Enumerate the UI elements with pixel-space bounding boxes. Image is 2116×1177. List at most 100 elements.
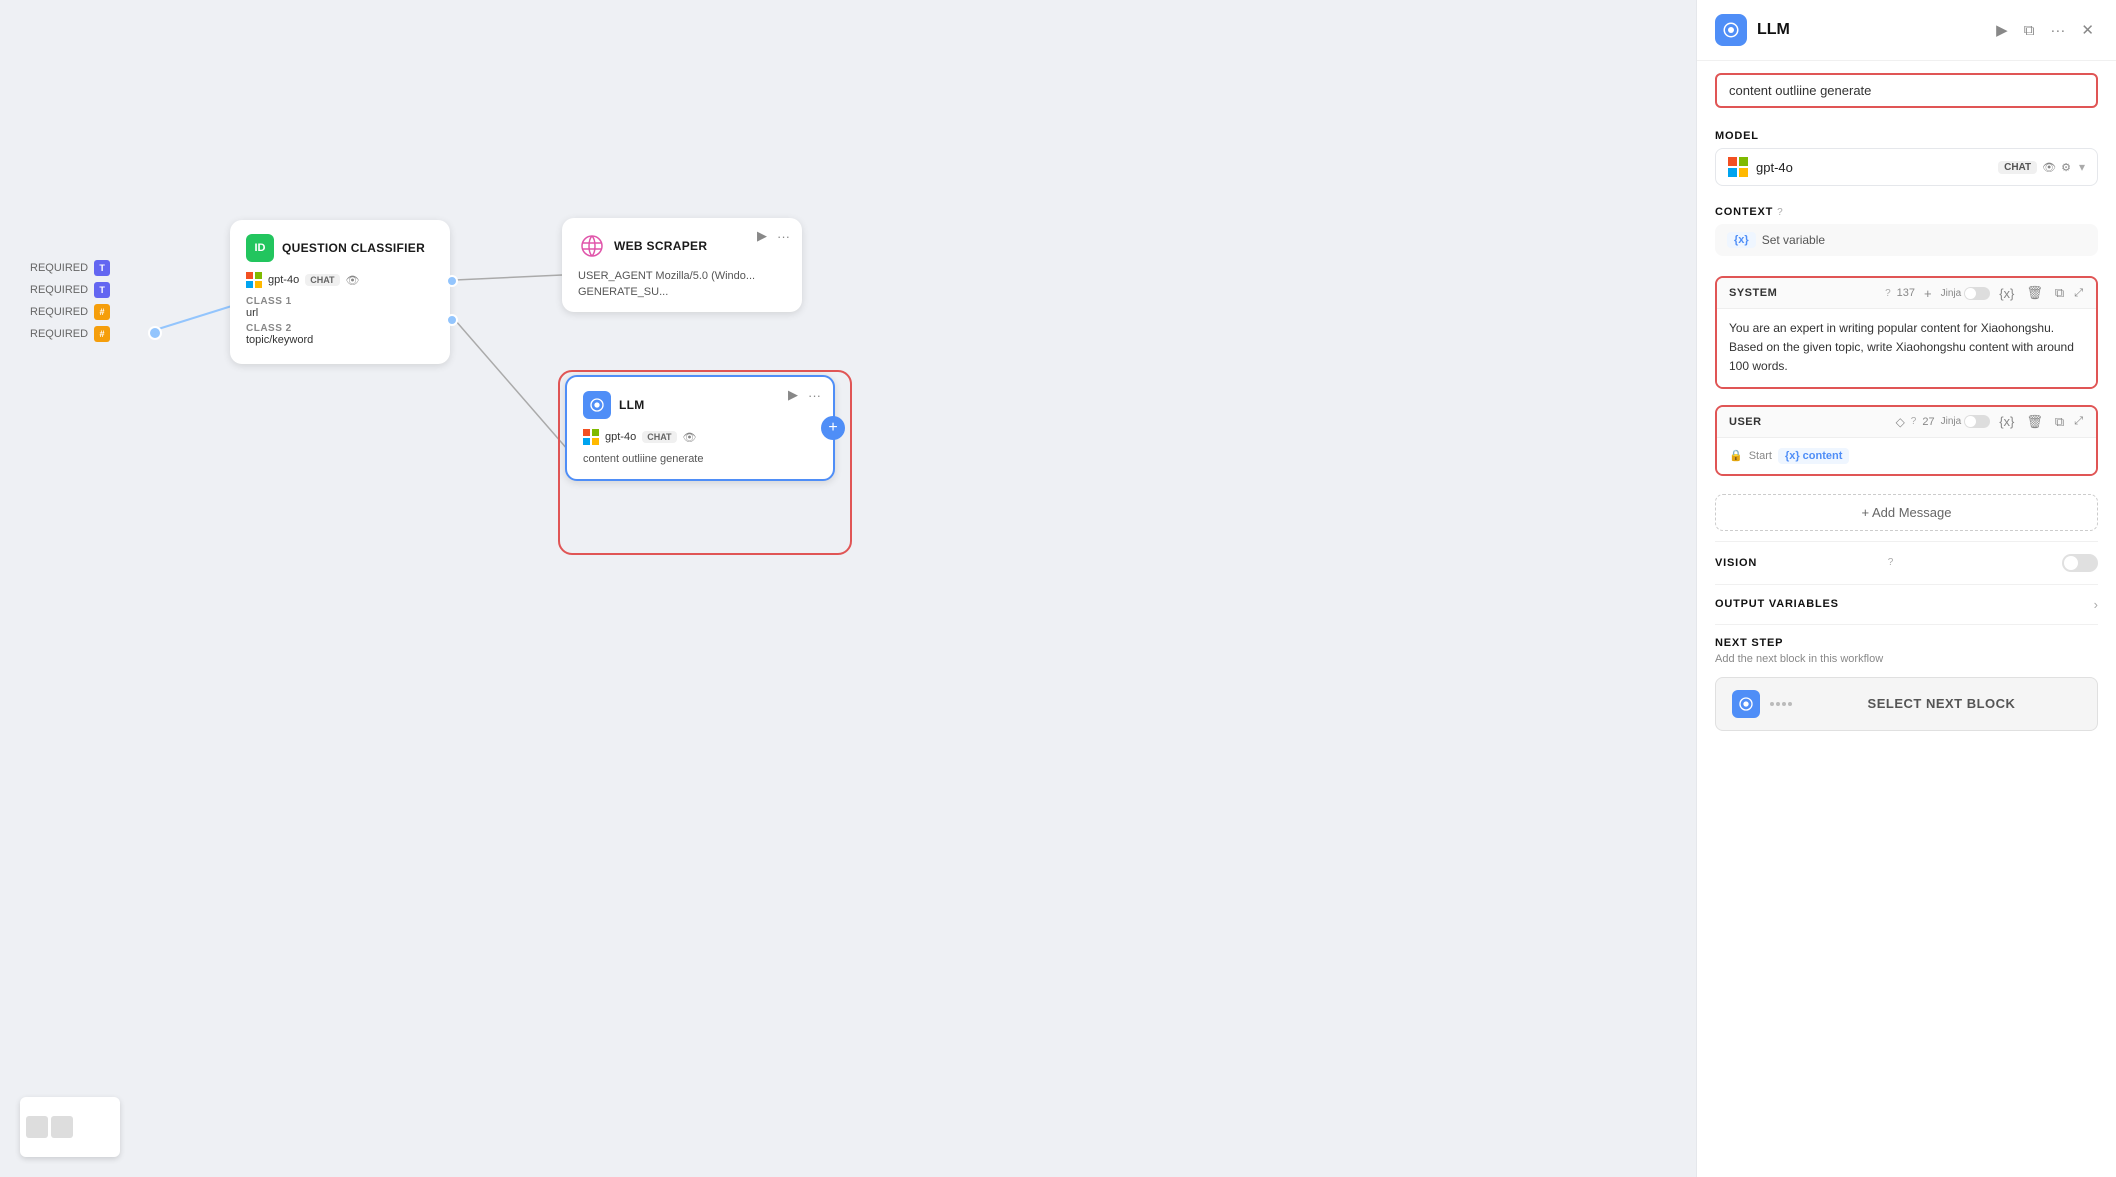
user-var-btn[interactable]: {x} — [1996, 413, 2017, 430]
ctx-var-badge: {x} — [1727, 232, 1756, 248]
snb-llm-icon — [1732, 690, 1760, 718]
user-char-count: 27 — [1922, 416, 1934, 428]
llm-play-btn[interactable]: ▶ — [786, 385, 800, 405]
input-label-1: REQUIRED — [30, 262, 88, 274]
mini-block-1 — [26, 1116, 48, 1138]
ws-play-btn[interactable]: ▶ — [755, 226, 769, 246]
system-add-btn[interactable]: + — [1921, 285, 1935, 302]
lock-icon: 🔒 — [1729, 449, 1743, 462]
system-delete-btn[interactable]: 🗑 — [2023, 284, 2046, 302]
toggle-thumb-user — [1965, 416, 1976, 427]
qc-out-dot-2 — [446, 314, 458, 326]
user-msg-body: 🔒 Start {x} content — [1717, 438, 2096, 474]
vision-toggle[interactable] — [2062, 554, 2098, 572]
panel-close-btn[interactable]: ✕ — [2077, 17, 2098, 43]
mini-block-2 — [51, 1116, 73, 1138]
model-badges: CHAT 👁 ⚙ — [1998, 161, 2071, 174]
model-selector[interactable]: gpt-4o CHAT 👁 ⚙ ▾ — [1715, 148, 2098, 186]
qc-class2: CLASS 2 topic/keyword — [246, 323, 434, 346]
panel-title: LLM — [1757, 21, 1982, 39]
snb-dots — [1770, 702, 1792, 706]
ctx-set-var-label: Set variable — [1762, 233, 1825, 247]
content-var-badge: {x} content — [1778, 448, 1849, 464]
user-expand-btn[interactable]: ⤢ — [2073, 414, 2084, 429]
connection-lines — [0, 0, 1696, 1177]
vision-row: VISION ? — [1715, 541, 2098, 584]
add-message-label: + Add Message — [1862, 505, 1952, 520]
system-msg-body[interactable]: You are an expert in writing popular con… — [1717, 309, 2096, 387]
context-label: CONTEXT — [1715, 206, 1773, 218]
question-classifier-node[interactable]: ID QUESTION CLASSIFIER gpt-4o CHAT 👁 CLA… — [230, 220, 450, 364]
llm-icon — [583, 391, 611, 419]
canvas-area: REQUIRED T REQUIRED T REQUIRED # REQUIRE… — [0, 0, 1696, 1177]
model-name-panel: gpt-4o — [1756, 160, 1990, 175]
select-next-block-btn[interactable]: SELECT NEXT BLOCK — [1715, 677, 2098, 731]
panel-header: LLM ▶ ⧉ ··· ✕ — [1697, 0, 2116, 61]
user-msg-header: USER ◇ ? 27 Jinja {x} 🗑 ⧉ ⤢ — [1717, 407, 2096, 438]
system-var-btn[interactable]: {x} — [1996, 285, 2017, 302]
start-label: Start — [1749, 450, 1772, 462]
ms-logo-llm — [583, 429, 599, 445]
next-step-title: NEXT STEP — [1715, 637, 2098, 649]
panel-more-btn[interactable]: ··· — [2046, 18, 2069, 43]
next-step-section: NEXT STEP Add the next block in this wor… — [1715, 624, 2098, 743]
llm-canvas-node[interactable]: LLM gpt-4o CHAT 👁 content outliine gener… — [565, 375, 835, 481]
system-char-count: 137 — [1897, 287, 1915, 299]
llm-model-name: gpt-4o — [605, 431, 636, 443]
eye-icon-panel[interactable]: 👁 — [2042, 161, 2056, 174]
system-msg-text: You are an expert in writing popular con… — [1729, 321, 2074, 373]
system-expand-btn[interactable]: ⤢ — [2073, 286, 2084, 301]
user-role-label: USER — [1729, 416, 1890, 428]
ms-logo-qc — [246, 272, 262, 288]
qc-title: QUESTION CLASSIFIER — [282, 241, 425, 255]
input-row-4: REQUIRED # — [30, 326, 250, 342]
output-vars-row[interactable]: OUTPUT VARIABLES › — [1715, 584, 2098, 624]
llm-model-row: gpt-4o CHAT 👁 — [583, 429, 817, 445]
ws-actions: ▶ ··· — [755, 226, 792, 246]
qc-class1: CLASS 1 url — [246, 296, 434, 319]
llm-more-btn[interactable]: ··· — [806, 386, 823, 405]
user-role-chevron: ◇ — [1896, 415, 1905, 429]
next-step-subtitle: Add the next block in this workflow — [1715, 653, 2098, 665]
llm-canvas-actions: ▶ ··· — [786, 385, 823, 405]
context-help-icon: ? — [1777, 207, 1783, 218]
output-vars-chevron: › — [2094, 597, 2098, 612]
panel-split-btn[interactable]: ⧉ — [2020, 18, 2039, 43]
input-row-2: REQUIRED T — [30, 282, 250, 298]
system-role-label: SYSTEM — [1729, 287, 1879, 299]
ws-icon — [578, 232, 606, 260]
panel-play-btn[interactable]: ▶ — [1992, 17, 2012, 43]
toggle-track-user[interactable] — [1964, 415, 1990, 428]
jinja-toggle-user[interactable]: Jinja — [1941, 415, 1991, 428]
web-scraper-node[interactable]: WEB SCRAPER USER_AGENT Mozilla/5.0 (Wind… — [562, 218, 802, 312]
llm-add-btn[interactable]: + — [821, 416, 845, 440]
panel-name-input[interactable] — [1715, 73, 2098, 108]
vision-label: VISION — [1715, 557, 1884, 569]
user-message-block: USER ◇ ? 27 Jinja {x} 🗑 ⧉ ⤢ 🔒 Start {x} … — [1715, 405, 2098, 476]
context-row: {x} Set variable — [1715, 224, 2098, 256]
qc-model-row: gpt-4o CHAT 👁 — [246, 272, 434, 288]
input-label-3: REQUIRED — [30, 306, 88, 318]
input-row-3: REQUIRED # — [30, 304, 250, 320]
panel-llm-icon — [1715, 14, 1747, 46]
toggle-track-system[interactable] — [1964, 287, 1990, 300]
class1-label: CLASS 1 — [246, 296, 434, 307]
qc-chat-badge: CHAT — [305, 274, 339, 286]
class1-value: url — [246, 307, 434, 319]
qc-header: ID QUESTION CLASSIFIER — [246, 234, 434, 262]
input-row-1: REQUIRED T — [30, 260, 250, 276]
input-badge-3: # — [94, 304, 110, 320]
input-badge-4: # — [94, 326, 110, 342]
input-node: REQUIRED T REQUIRED T REQUIRED # REQUIRE… — [30, 260, 250, 348]
jinja-label-system: Jinja — [1941, 288, 1962, 299]
eye-icon-llm: 👁 — [683, 431, 697, 444]
ms-logo-model — [1728, 157, 1748, 177]
sliders-icon-panel[interactable]: ⚙ — [2061, 161, 2071, 174]
jinja-toggle-system[interactable]: Jinja — [1941, 287, 1991, 300]
user-delete-btn[interactable]: 🗑 — [2023, 413, 2046, 431]
user-copy-btn[interactable]: ⧉ — [2052, 413, 2067, 431]
add-message-btn[interactable]: + Add Message — [1715, 494, 2098, 531]
system-copy-btn[interactable]: ⧉ — [2052, 284, 2067, 302]
context-section-header: CONTEXT ? — [1697, 196, 2116, 224]
ws-more-btn[interactable]: ··· — [775, 227, 792, 246]
